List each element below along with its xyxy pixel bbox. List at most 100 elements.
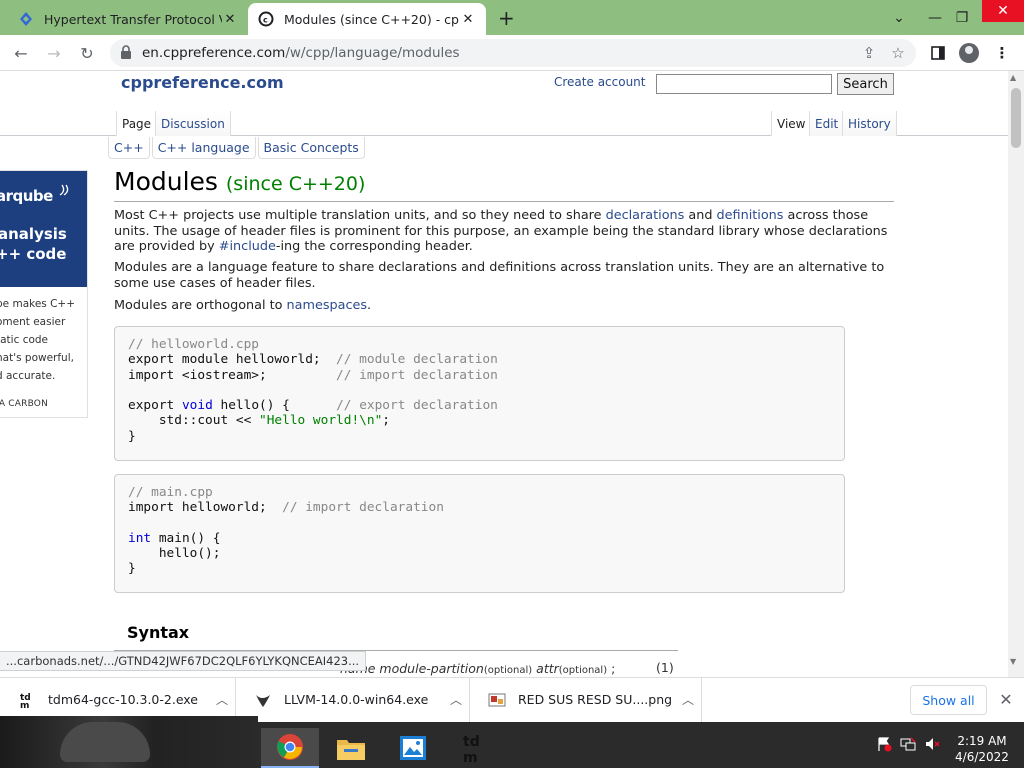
close-icon[interactable]: ✕ (996, 688, 1016, 710)
code-keyword: int (128, 530, 152, 546)
back-icon[interactable]: ← (10, 42, 32, 64)
scroll-up-icon[interactable]: ▲ (1010, 73, 1016, 82)
ad-line: oment easier (0, 316, 66, 328)
page-title-text: Modules (114, 167, 218, 196)
code-block-helloworld: // helloworld.cpp export module hellowor… (114, 326, 845, 461)
download-filename: tdm64-gcc-10.3.0-2.exe (48, 692, 198, 707)
syntax-optional: (optional) (483, 665, 533, 676)
side-panel-icon[interactable] (927, 42, 949, 64)
svg-text:m: m (463, 750, 478, 764)
code-text: std::cout << (158, 413, 259, 429)
window-close-icon[interactable]: ✕ (982, 0, 1024, 22)
ad-banner-image[interactable]: arqube analysis ++ code (0, 171, 87, 287)
create-account-link[interactable]: Create account (554, 75, 646, 89)
clock-time: 2:19 AM (957, 734, 1007, 748)
code-text: hello(); (158, 546, 221, 562)
ad-line: be makes C++ (0, 298, 76, 310)
tab-page[interactable]: Page (116, 111, 158, 136)
tdm-icon[interactable]: td m (446, 728, 504, 768)
link-definitions[interactable]: definitions (717, 208, 784, 223)
ad-line: hat's powerful, (0, 352, 74, 364)
tab-discussion[interactable]: Discussion (155, 111, 231, 136)
tab-http[interactable]: Hypertext Transfer Protocol Versi ✕ (8, 3, 248, 35)
scroll-down-icon[interactable]: ▼ (1010, 657, 1016, 666)
tab-history[interactable]: History (842, 111, 897, 136)
chevron-up-icon[interactable]: ︿ (443, 691, 469, 708)
file-explorer-icon[interactable] (322, 728, 380, 768)
code-comment: // export declaration (336, 398, 498, 414)
syntax-optional: (optional) (558, 665, 608, 676)
menu-kebab-icon[interactable]: ⋮ (991, 42, 1013, 64)
breadcrumb-cpp[interactable]: C++ (108, 137, 150, 159)
clock-date: 4/6/2022 (955, 750, 1009, 764)
code-text: } (128, 428, 136, 444)
svg-text:c: c (263, 16, 268, 25)
code-text: import <iostream>; (128, 367, 267, 383)
tab-edit[interactable]: Edit (809, 111, 845, 136)
breadcrumb-cpp-language[interactable]: C++ language (151, 137, 256, 159)
image-file-icon (488, 693, 506, 706)
close-icon[interactable]: ✕ (222, 12, 238, 27)
flag-notification-icon[interactable] (874, 734, 894, 754)
search-button[interactable]: Search (837, 73, 894, 95)
text: -ing the corresponding header. (275, 239, 473, 254)
scrollbar-thumb[interactable] (1011, 88, 1021, 148)
ad-line: d accurate. (0, 370, 56, 382)
chevron-up-icon[interactable]: ︿ (675, 691, 701, 708)
code-comment: // helloworld.cpp (128, 337, 259, 352)
forward-icon[interactable]: → (43, 42, 65, 64)
paragraph-modules: Modules are a language feature to share … (114, 260, 885, 291)
new-tab-icon[interactable]: + (498, 6, 515, 30)
breadcrumb: C++ C++ language Basic Concepts (108, 137, 367, 159)
code-keyword: void (181, 398, 213, 414)
address-bar[interactable]: en.cppreference.com/w/cpp/language/modul… (110, 39, 916, 67)
close-icon[interactable]: ✕ (460, 12, 476, 27)
syntax-heading: Syntax (127, 623, 190, 642)
site-title[interactable]: cppreference.com (121, 73, 284, 92)
download-item[interactable]: LLVM-14.0.0-win64.exe ︿ (236, 677, 470, 722)
tab-view[interactable]: View (771, 111, 812, 136)
url-path: /w/cpp/language/modules (285, 45, 460, 61)
text: and (684, 208, 717, 223)
restore-icon[interactable]: ❐ (945, 0, 979, 35)
chrome-icon[interactable] (261, 728, 319, 768)
ad-brand-text: arqube (0, 187, 53, 205)
tab-search-chevron-icon[interactable]: ⌄ (882, 0, 916, 35)
volume-muted-icon[interactable] (922, 734, 942, 754)
share-icon[interactable]: ⇪ (858, 42, 880, 64)
lock-icon (121, 45, 131, 59)
sidebar-ad[interactable]: arqube analysis ++ code be makes C++ ome… (0, 170, 88, 418)
llvm-dragon-icon (256, 694, 270, 707)
show-all-button[interactable]: Show all (910, 685, 987, 715)
page-scrollbar[interactable] (1008, 71, 1024, 677)
profile-avatar-icon[interactable] (958, 42, 980, 64)
paragraph-intro: Most C++ projects use multiple translati… (114, 208, 894, 255)
download-filename: LLVM-14.0.0-win64.exe (284, 692, 429, 707)
download-filename: RED SUS RESD SU....png (518, 692, 673, 707)
desktop-preview-thumbnail (0, 716, 258, 768)
ad-source-label[interactable]: IA CARBON (0, 399, 48, 409)
text: Modules are orthogonal to (114, 298, 287, 313)
link-declarations[interactable]: declarations (606, 208, 685, 223)
code-text: hello() { (220, 398, 290, 414)
tab-modules[interactable]: c Modules (since C++20) - cpprefe ✕ (248, 3, 486, 35)
paragraph-orthogonal: Modules are orthogonal to namespaces. (114, 298, 894, 314)
syntax-number: (1) (656, 660, 674, 675)
page-viewport: cppreference.com Create account Search P… (0, 71, 1008, 677)
code-string: "Hello world!\n" (259, 413, 383, 429)
ad-headline-1: analysis (0, 225, 67, 243)
breadcrumb-basic-concepts[interactable]: Basic Concepts (257, 137, 365, 159)
ad-logo-waves-icon (59, 184, 69, 196)
search-input[interactable] (656, 74, 832, 94)
photos-icon[interactable] (384, 728, 442, 768)
download-item[interactable]: RED SUS RESD SU....png ︿ (470, 677, 702, 722)
network-icon[interactable] (898, 734, 918, 754)
reload-icon[interactable]: ↻ (76, 42, 98, 64)
link-include[interactable]: #include (219, 239, 276, 254)
ad-headline-2: ++ code (0, 245, 67, 263)
bookmark-star-icon[interactable]: ☆ (887, 42, 909, 64)
url-host: en.cppreference.com (142, 45, 286, 61)
taskbar-clock[interactable]: 2:19 AM 4/6/2022 (952, 733, 1012, 765)
link-namespaces[interactable]: namespaces (287, 298, 368, 313)
chevron-up-icon[interactable]: ︿ (209, 691, 235, 708)
